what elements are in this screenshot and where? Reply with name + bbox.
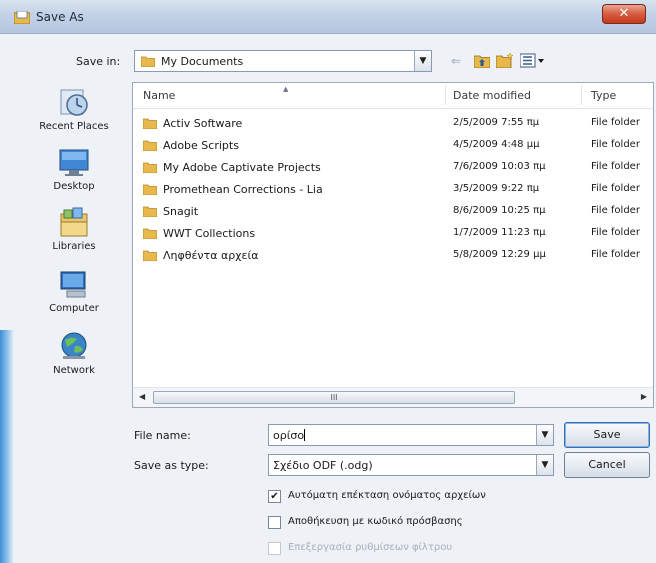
file-list-header: Name ▲ Date modified Type — [133, 83, 653, 109]
title-bar[interactable]: Save As ✕ — [0, 0, 656, 34]
chevron-down-icon[interactable]: ▼ — [414, 51, 431, 71]
file-row[interactable]: Activ Software 2/5/2009 7:55 πμ File fol… — [133, 113, 653, 135]
file-row[interactable]: My Adobe Captivate Projects 7/6/2009 10:… — [133, 157, 653, 179]
desktop-icon — [59, 149, 89, 176]
file-name: Ληφθέντα αρχεία — [163, 249, 259, 262]
folder-icon — [143, 250, 157, 261]
file-date: 5/8/2009 12:29 μμ — [453, 249, 546, 260]
libraries-icon — [60, 207, 88, 237]
column-header-type[interactable]: Type — [591, 89, 616, 102]
place-label: Libraries — [52, 241, 96, 252]
file-row[interactable]: Ληφθέντα αρχεία 5/8/2009 12:29 μμ File f… — [133, 245, 653, 267]
file-date: 3/5/2009 9:22 πμ — [453, 183, 540, 194]
network-icon — [61, 332, 87, 359]
save-as-type-dropdown[interactable]: Σχέδιο ODF (.odg) ▼ — [268, 454, 554, 476]
file-type: File folder — [591, 161, 640, 172]
file-row[interactable]: Snagit 8/6/2009 10:25 πμ File folder — [133, 201, 653, 223]
file-type: File folder — [591, 227, 640, 238]
file-name: My Adobe Captivate Projects — [163, 161, 321, 174]
file-row[interactable]: Promethean Corrections - Lia 3/5/2009 9:… — [133, 179, 653, 201]
file-name: Snagit — [163, 205, 199, 218]
text-caret — [304, 429, 306, 441]
folder-icon — [143, 206, 157, 217]
computer-icon — [60, 271, 86, 298]
file-date: 2/5/2009 7:55 πμ — [453, 117, 540, 128]
column-divider[interactable] — [581, 85, 582, 105]
sort-arrow-icon: ▲ — [283, 85, 289, 93]
folder-icon — [143, 162, 157, 173]
file-row[interactable]: WWT Collections 1/7/2009 11:23 πμ File f… — [133, 223, 653, 245]
edit-filter-settings-label: Επεξεργασία ρυθμίσεων φίλτρου — [288, 542, 453, 553]
file-name: WWT Collections — [163, 227, 256, 240]
up-folder-icon[interactable] — [474, 53, 490, 68]
file-type: File folder — [591, 205, 640, 216]
save-as-type-label: Save as type: — [134, 459, 209, 472]
scroll-left-icon[interactable]: ◀ — [139, 392, 145, 401]
place-label: Recent Places — [39, 121, 109, 132]
folder-icon — [143, 184, 157, 195]
file-type: File folder — [591, 249, 640, 260]
file-type: File folder — [591, 117, 640, 128]
views-menu-icon[interactable] — [520, 53, 546, 68]
recent-places-icon — [60, 89, 88, 116]
place-libraries[interactable]: Libraries — [20, 206, 128, 252]
auto-extension-checkbox[interactable]: ✔ — [268, 490, 281, 503]
file-date: 8/6/2009 10:25 πμ — [453, 205, 546, 216]
column-header-name[interactable]: Name — [143, 89, 175, 102]
window-title: Save As — [36, 10, 84, 24]
save-button[interactable]: Save — [564, 422, 650, 448]
column-divider[interactable] — [445, 85, 446, 105]
save-in-label: Save in: — [76, 55, 121, 68]
file-name: Promethean Corrections - Lia — [163, 183, 323, 196]
desktop-background-edge — [0, 330, 14, 563]
chevron-down-icon[interactable]: ▼ — [536, 455, 553, 475]
save-with-password-label: Αποθήκευση με κωδικό πρόσβασης — [288, 516, 463, 527]
column-header-date[interactable]: Date modified — [453, 89, 531, 102]
folder-icon — [143, 228, 157, 239]
place-label: Computer — [49, 303, 99, 314]
place-desktop[interactable]: Desktop — [20, 148, 128, 192]
horizontal-scrollbar[interactable]: ◀ III ▶ — [133, 387, 653, 407]
file-date: 1/7/2009 11:23 πμ — [453, 227, 546, 238]
file-type: File folder — [591, 139, 640, 150]
file-date: 4/5/2009 4:48 μμ — [453, 139, 540, 150]
folder-icon — [143, 118, 157, 129]
file-name: Activ Software — [163, 117, 243, 130]
save-with-password-checkbox[interactable] — [268, 516, 281, 529]
file-date: 7/6/2009 10:03 πμ — [453, 161, 546, 172]
edit-filter-settings-checkbox — [268, 542, 281, 555]
new-folder-icon[interactable] — [496, 53, 514, 68]
places-bar: Recent Places Desktop Libraries Computer… — [20, 82, 128, 382]
place-label: Desktop — [53, 181, 95, 192]
close-button[interactable]: ✕ — [602, 4, 646, 24]
save-as-type-value: Σχέδιο ODF (.odg) — [273, 459, 373, 472]
save-in-dropdown[interactable]: My Documents ▼ — [134, 50, 432, 72]
file-type: File folder — [591, 183, 640, 194]
scroll-right-icon[interactable]: ▶ — [641, 392, 647, 401]
save-as-window-icon — [14, 11, 30, 24]
place-label: Network — [53, 365, 95, 376]
file-list[interactable]: Name ▲ Date modified Type Activ Software… — [132, 82, 654, 408]
folder-icon — [141, 56, 155, 67]
back-icon[interactable]: ⇐ — [448, 52, 464, 70]
file-name-label: File name: — [134, 429, 191, 442]
file-name-value: ορίσο — [273, 429, 306, 442]
place-recent-places[interactable]: Recent Places — [20, 86, 128, 132]
scrollbar-thumb[interactable]: III — [153, 391, 515, 404]
place-computer[interactable]: Computer — [20, 270, 128, 314]
save-as-dialog: Save As ✕ Save in: My Documents ▼ ⇐ Rece… — [0, 0, 656, 563]
save-in-value: My Documents — [161, 55, 244, 68]
cancel-button[interactable]: Cancel — [564, 452, 650, 478]
file-name-text: ορίσο — [273, 429, 305, 442]
chevron-down-icon[interactable]: ▼ — [536, 425, 553, 445]
folder-icon — [143, 140, 157, 151]
file-name-input[interactable]: ορίσο ▼ — [268, 424, 554, 446]
file-row[interactable]: Adobe Scripts 4/5/2009 4:48 μμ File fold… — [133, 135, 653, 157]
file-name: Adobe Scripts — [163, 139, 239, 152]
auto-extension-label: Αυτόματη επέκταση ονόματος αρχείων — [288, 490, 486, 501]
place-network[interactable]: Network — [20, 330, 128, 376]
